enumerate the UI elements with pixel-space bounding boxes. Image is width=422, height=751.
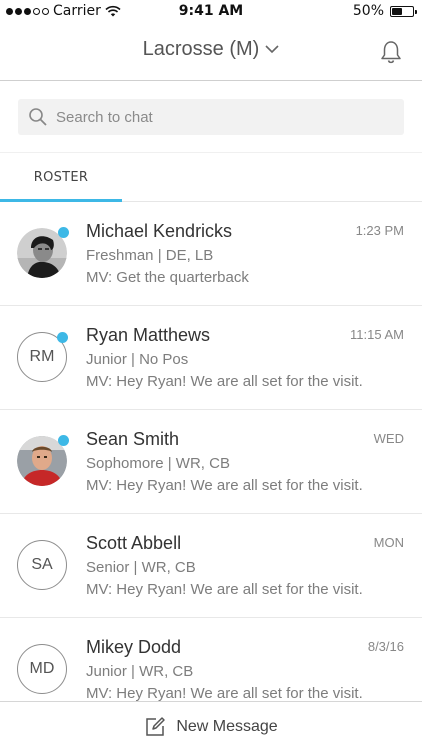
list-item[interactable]: RM Ryan Matthews Junior | No Pos MV: Hey… (0, 306, 422, 410)
message-preview: MV: Hey Ryan! We are all set for the vis… (86, 581, 363, 598)
contact-subtitle: Senior | WR, CB (86, 559, 196, 576)
message-preview: MV: Hey Ryan! We are all set for the vis… (86, 373, 363, 390)
contact-subtitle: Junior | No Pos (86, 351, 189, 368)
compose-icon (146, 716, 166, 736)
battery-percent: 50% (352, 3, 384, 19)
message-preview: MV: Hey Ryan! We are all set for the vis… (86, 477, 363, 494)
list-item[interactable]: Sean Smith Sophomore | WR, CB MV: Hey Ry… (0, 410, 422, 514)
message-preview: MV: Get the quarterback (86, 269, 249, 286)
tab-roster-label: ROSTER (33, 170, 89, 185)
search-icon (29, 108, 47, 126)
message-time: MON (373, 535, 404, 550)
team-title: Lacrosse (M) (142, 38, 260, 61)
contact-name: Sean Smith (86, 429, 180, 449)
chevron-down-icon (265, 45, 279, 54)
message-time: 11:15 AM (350, 327, 404, 342)
message-time: 1:23 PM (355, 223, 404, 238)
avatar-initials: SA (31, 556, 53, 573)
tab-bar: ROSTER (0, 152, 422, 202)
avatar-initials: MD (29, 660, 55, 677)
avatar-initials: RM (29, 348, 55, 365)
online-indicator (58, 227, 69, 238)
battery-status: 50% (352, 3, 417, 19)
team-selector[interactable]: Lacrosse (M) (0, 38, 422, 61)
avatar (17, 435, 69, 486)
contact-subtitle: Junior | WR, CB (86, 663, 194, 680)
contact-name: Scott Abbell (86, 533, 182, 553)
new-message-button[interactable]: New Message (0, 701, 422, 751)
online-indicator (58, 435, 69, 446)
tab-roster[interactable]: ROSTER (0, 153, 122, 202)
contact-name: Ryan Matthews (86, 325, 211, 345)
message-time: 8/3/16 (367, 639, 404, 654)
contact-name: Mikey Dodd (86, 637, 182, 657)
search-bar (18, 99, 404, 135)
avatar (17, 227, 69, 278)
list-item[interactable]: Michael Kendricks Freshman | DE, LB MV: … (0, 202, 422, 306)
list-item[interactable]: SA Scott Abbell Senior | WR, CB MV: Hey … (0, 514, 422, 618)
avatar: SA (17, 540, 67, 590)
battery-icon (390, 5, 417, 17)
avatar: RM (17, 332, 68, 382)
roster-list: Michael Kendricks Freshman | DE, LB MV: … (0, 202, 422, 721)
nav-bar: Lacrosse (M) (0, 24, 422, 81)
contact-name: Michael Kendricks (86, 221, 233, 241)
new-message-label: New Message (176, 717, 278, 735)
search-input[interactable] (56, 99, 396, 135)
avatar: MD (17, 644, 67, 694)
message-time: WED (373, 431, 404, 446)
contact-subtitle: Sophomore | WR, CB (86, 455, 230, 472)
message-preview: MV: Hey Ryan! We are all set for the vis… (86, 685, 363, 702)
bell-icon[interactable] (380, 40, 402, 64)
online-indicator (57, 332, 68, 343)
contact-subtitle: Freshman | DE, LB (86, 247, 214, 264)
status-bar: Carrier 9:41 AM 50% (0, 0, 422, 24)
